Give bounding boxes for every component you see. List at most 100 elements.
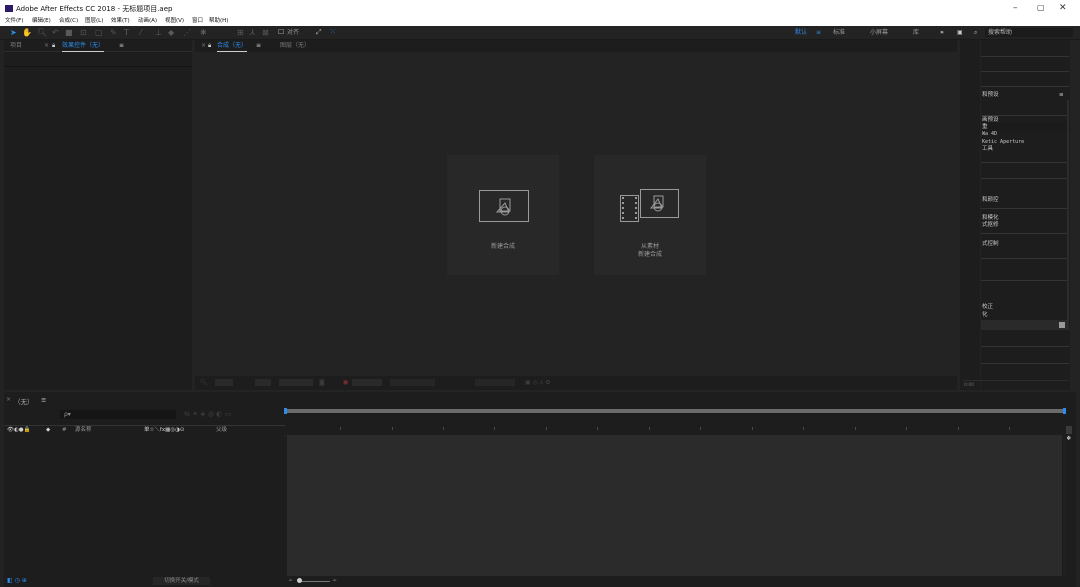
workspace-menu-icon[interactable]: ≡: [816, 28, 821, 37]
maximize-button[interactable]: ▢: [1037, 3, 1045, 12]
panel-menu-icon[interactable]: ≡: [256, 42, 261, 50]
effects-category[interactable]: 和模化: [982, 215, 999, 222]
parent-column[interactable]: 父级: [216, 427, 227, 434]
effects-scroll-area[interactable]: [981, 320, 1067, 330]
snapshot-icon[interactable]: ◙: [319, 379, 325, 386]
tab-timeline[interactable]: （无）: [14, 396, 34, 406]
view-axis-icon[interactable]: ⊠: [262, 27, 269, 38]
tab-composition[interactable]: 合成（无）: [217, 42, 248, 52]
zoom-tool-icon[interactable]: 🔍︎: [37, 27, 47, 38]
timeline-search-input[interactable]: ρ▾: [60, 410, 176, 419]
timeline-zoom-slider[interactable]: [300, 581, 330, 582]
lock-icon[interactable]: 🔒︎: [52, 42, 55, 50]
camera-dropdown[interactable]: [390, 379, 435, 386]
hand-tool-icon[interactable]: ✋: [22, 27, 32, 38]
effects-category[interactable]: 校正: [982, 304, 993, 311]
menu-composition[interactable]: 合成(C): [59, 17, 78, 26]
menu-effect[interactable]: 效果(T): [111, 17, 130, 26]
effects-category[interactable]: Wa 4D: [982, 131, 997, 138]
clone-stamp-tool-icon[interactable]: ⊥: [155, 27, 162, 38]
camera-tool-icon[interactable]: ■: [65, 27, 73, 38]
work-area-start-handle[interactable]: [284, 408, 287, 414]
timeline-switches-icons[interactable]: ⇆ ✦ ◈ ◍ ◐ ▭: [184, 410, 231, 418]
snap-icon[interactable]: ⤢: [316, 27, 322, 38]
comp-marker-bin-icon[interactable]: [1066, 426, 1072, 434]
effects-category[interactable]: 工具: [982, 146, 993, 153]
view-layout-dropdown[interactable]: [475, 379, 515, 386]
lock-icon[interactable]: 🔒︎: [208, 42, 211, 50]
tab-project[interactable]: 项目: [10, 42, 22, 50]
selection-tool-icon[interactable]: ➤: [10, 27, 17, 38]
magnification-dropdown[interactable]: [215, 379, 233, 386]
menu-layer[interactable]: 图层(L): [85, 17, 103, 26]
timeline-track-area[interactable]: [287, 435, 1062, 576]
effects-category[interactable]: 重: [982, 124, 988, 131]
effects-scrollbar[interactable]: [1067, 100, 1069, 330]
pan-behind-tool-icon[interactable]: ⊡: [80, 27, 87, 38]
workspace-default[interactable]: 默认: [795, 28, 807, 37]
close-tab-icon[interactable]: ×: [44, 42, 49, 50]
toggle-switches-modes-button[interactable]: 切换开关/模式: [153, 577, 210, 585]
close-tab-icon[interactable]: ×: [6, 396, 11, 403]
time-ruler[interactable]: [287, 425, 1062, 434]
effects-category[interactable]: Ketic Aperture: [982, 139, 1024, 146]
align-checkbox[interactable]: ☐: [278, 27, 284, 38]
source-name-column[interactable]: 源名称: [75, 427, 92, 434]
timeline-zoom-handle[interactable]: [297, 578, 302, 583]
menu-file[interactable]: 文件(F): [5, 17, 23, 26]
effects-category[interactable]: 和颜控: [982, 197, 999, 204]
type-tool-icon[interactable]: T: [124, 27, 129, 38]
work-area-bar[interactable]: [285, 409, 1066, 413]
tab-effect-controls[interactable]: 效果控件（无）: [62, 42, 105, 52]
zoom-out-icon[interactable]: ⏶: [288, 577, 293, 585]
color-channel-icon[interactable]: ●: [343, 379, 348, 386]
new-folder-icon[interactable]: [1059, 322, 1065, 328]
panel-toggle-icon[interactable]: ▣: [957, 28, 963, 37]
search-help-input[interactable]: 搜索帮助: [985, 28, 1073, 37]
view-dropdown[interactable]: [352, 379, 382, 386]
brush-tool-icon[interactable]: ⁄: [140, 27, 141, 38]
close-button[interactable]: ✕: [1059, 3, 1067, 13]
rotate-tool-icon[interactable]: ↶: [52, 27, 59, 38]
puppet-tool-icon[interactable]: ✱: [200, 27, 207, 38]
zoom-in-icon[interactable]: ⏶: [332, 577, 337, 585]
local-axis-icon[interactable]: ⊞: [237, 27, 244, 38]
roto-brush-tool-icon[interactable]: ⋰: [183, 27, 191, 38]
rectangle-tool-icon[interactable]: ▢: [95, 27, 103, 38]
effects-presets-title[interactable]: 和预设: [982, 92, 999, 99]
close-tab-icon[interactable]: ×: [201, 42, 206, 50]
more-workspaces-button[interactable]: »: [940, 28, 944, 37]
new-composition-card[interactable]: 新建合成: [447, 155, 559, 275]
workspace-library[interactable]: 库: [913, 28, 919, 37]
magnification-icon[interactable]: 🔍︎: [200, 379, 208, 386]
fast-preview-icon[interactable]: ▣ ◎ ⅄ ✿: [525, 379, 550, 386]
world-axis-icon[interactable]: ⅄: [250, 27, 255, 38]
pen-tool-icon[interactable]: ✎: [110, 27, 117, 38]
switches-column-icons[interactable]: 单☆＼fx▦◎◑⊙: [144, 427, 185, 434]
effects-category[interactable]: 式控制: [982, 241, 999, 248]
effects-category[interactable]: 式抠修: [982, 222, 999, 229]
effects-category[interactable]: 画预设: [982, 117, 999, 124]
timeline-scrollbar[interactable]: [1063, 435, 1067, 576]
menu-window[interactable]: 窗口: [192, 17, 203, 26]
effects-category[interactable]: 化: [982, 312, 988, 319]
menu-animation[interactable]: 动画(A): [138, 17, 157, 26]
label-icon[interactable]: ◆: [46, 427, 50, 434]
eraser-tool-icon[interactable]: ◆: [168, 27, 174, 38]
work-area-end-handle[interactable]: [1063, 408, 1066, 414]
workspace-standard[interactable]: 标准: [833, 28, 845, 37]
av-features-icons[interactable]: 👁◐●🔒: [7, 427, 30, 434]
panel-menu-icon[interactable]: ≡: [1059, 92, 1064, 99]
tab-layer[interactable]: 图层（无）: [280, 42, 310, 50]
panel-menu-icon[interactable]: ≡: [119, 42, 124, 50]
resolution-dropdown[interactable]: [255, 379, 271, 386]
timecode-field[interactable]: [279, 379, 313, 386]
workspace-small-screen[interactable]: 小屏幕: [870, 28, 888, 37]
timeline-footer-icons[interactable]: ◧ ◷ ⊕: [7, 577, 27, 584]
snap-options-icon[interactable]: ⁙: [330, 27, 336, 38]
minimize-button[interactable]: –: [1013, 3, 1018, 13]
menu-edit[interactable]: 编辑(E): [32, 17, 51, 26]
menu-view[interactable]: 视图(V): [165, 17, 184, 26]
panel-menu-icon[interactable]: ≡: [41, 396, 46, 404]
new-comp-from-footage-card[interactable]: 从素材 新建合成: [594, 155, 706, 275]
